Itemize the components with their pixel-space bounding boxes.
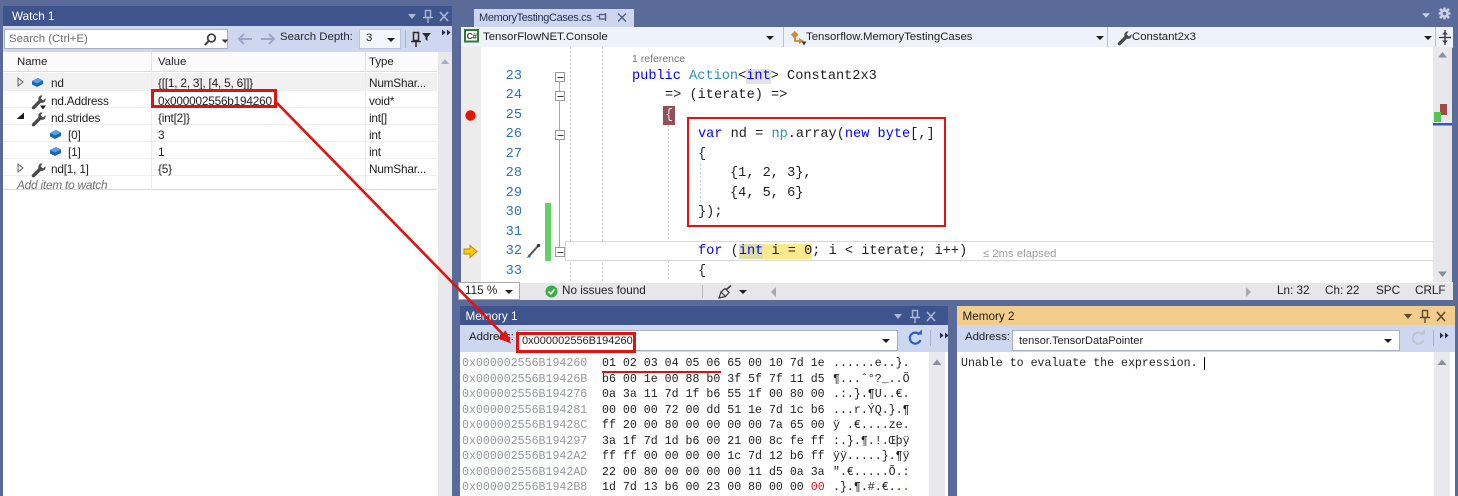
svg-text:C#: C# — [467, 31, 478, 41]
